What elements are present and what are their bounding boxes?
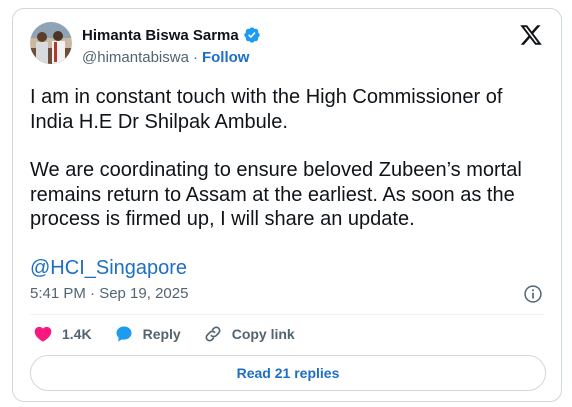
like-count: 1.4K <box>62 326 92 342</box>
copy-link-button[interactable]: Copy link <box>203 324 295 344</box>
avatar[interactable] <box>30 22 72 64</box>
link-icon <box>205 326 221 342</box>
heart-icon <box>34 326 52 342</box>
x-logo-icon[interactable] <box>519 23 543 47</box>
author-handle-row: @himantabiswa · Follow <box>82 49 249 66</box>
reply-bubble-icon <box>116 326 132 342</box>
tweet-paragraph-1: I am in constant touch with the High Com… <box>30 86 503 133</box>
verified-badge-icon <box>244 27 260 43</box>
copy-link-label: Copy link <box>231 326 295 342</box>
read-replies-button[interactable]: Read 21 replies <box>30 355 546 391</box>
mention-link[interactable]: @HCI_Singapore <box>30 257 187 279</box>
like-button[interactable]: 1.4K <box>33 324 92 344</box>
author-name[interactable]: Himanta Biswa Sarma <box>82 27 239 44</box>
reply-label: Reply <box>142 326 181 342</box>
info-icon[interactable] <box>523 284 543 304</box>
tweet-text: I am in constant touch with the High Com… <box>30 85 545 280</box>
timestamp[interactable]: 5:41 PM · Sep 19, 2025 <box>30 285 188 302</box>
tweet-card: Himanta Biswa Sarma @himantabiswa · Foll… <box>12 8 562 402</box>
author-name-row: Himanta Biswa Sarma <box>82 26 261 44</box>
author-handle[interactable]: @himantabiswa <box>82 49 189 66</box>
divider <box>30 314 544 315</box>
avatar-image <box>30 22 72 64</box>
reply-button[interactable]: Reply <box>114 324 181 344</box>
action-bar: 1.4K Reply Copy link <box>33 322 317 346</box>
separator: · <box>192 49 198 66</box>
tweet-paragraph-2: We are coordinating to ensure beloved Zu… <box>30 159 522 230</box>
follow-button[interactable]: Follow <box>202 49 250 66</box>
